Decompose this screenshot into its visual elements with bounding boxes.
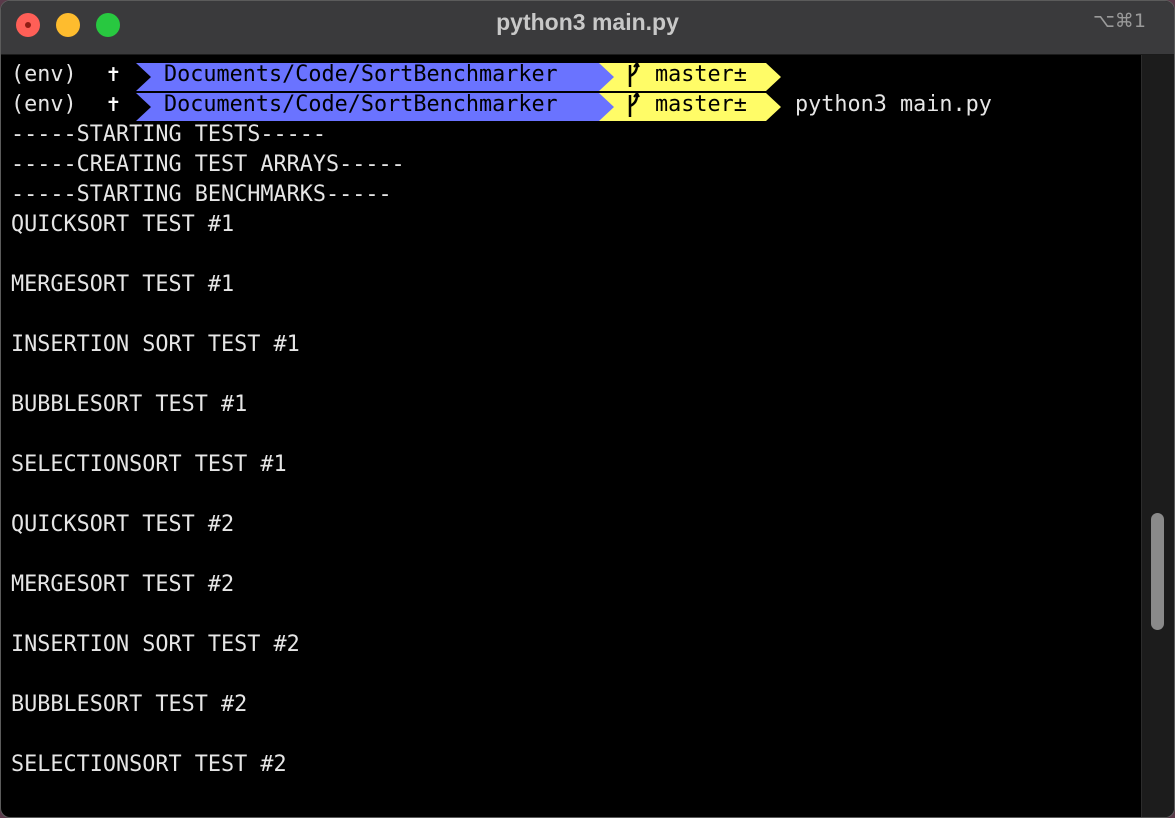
output-line: -----STARTING BENCHMARKS----- <box>11 182 392 207</box>
output-line: INSERTION SORT TEST #2 <box>11 632 300 657</box>
window-title: python3 main.py <box>496 9 679 35</box>
virtualenv-indicator: (env) <box>11 62 77 87</box>
virtualenv-indicator: (env) <box>11 92 77 117</box>
prompt-cross-icon: ✝ <box>107 62 121 87</box>
output-line: QUICKSORT TEST #1 <box>11 212 235 237</box>
output-line: SELECTIONSORT TEST #1 <box>11 452 287 477</box>
git-branch-icon <box>628 92 640 117</box>
prompt-line: (env) ✝ Documents/Code/SortBenchmarker m… <box>1 60 1141 91</box>
output-line: BUBBLESORT TEST #1 <box>11 392 248 417</box>
prompt-branch: master± <box>655 62 747 87</box>
scrollbar-thumb[interactable] <box>1151 513 1164 630</box>
output-line: -----CREATING TEST ARRAYS----- <box>11 152 405 177</box>
prompt-branch: master± <box>655 92 747 117</box>
output-line: MERGESORT TEST #2 <box>11 572 235 597</box>
tab-shortcut-label: ⌥⌘1 <box>1093 10 1146 32</box>
prompt-cross-icon: ✝ <box>107 92 121 117</box>
prompt-line: (env) ✝ Documents/Code/SortBenchmarker m… <box>1 90 1141 121</box>
terminal-output[interactable]: (env) ✝ Documents/Code/SortBenchmarker m… <box>1 55 1141 815</box>
output-line: QUICKSORT TEST #2 <box>11 512 235 537</box>
output-line: -----STARTING TESTS----- <box>11 122 326 147</box>
output-line: MERGESORT TEST #1 <box>11 272 235 297</box>
output-line: INSERTION SORT TEST #1 <box>11 332 300 357</box>
vertical-scrollbar[interactable] <box>1141 55 1174 817</box>
output-line: BUBBLESORT TEST #2 <box>11 692 248 717</box>
prompt-directory: Documents/Code/SortBenchmarker <box>164 92 558 117</box>
prompt-directory: Documents/Code/SortBenchmarker <box>164 62 558 87</box>
output-line: SELECTIONSORT TEST #2 <box>11 752 287 777</box>
title-bar: python3 main.py ⌥⌘1 <box>1 1 1174 55</box>
git-branch-icon <box>628 62 640 87</box>
prompt-command: python3 main.py <box>795 92 992 117</box>
terminal-window: python3 main.py ⌥⌘1 (env) ✝ Documents/Co… <box>0 0 1175 818</box>
